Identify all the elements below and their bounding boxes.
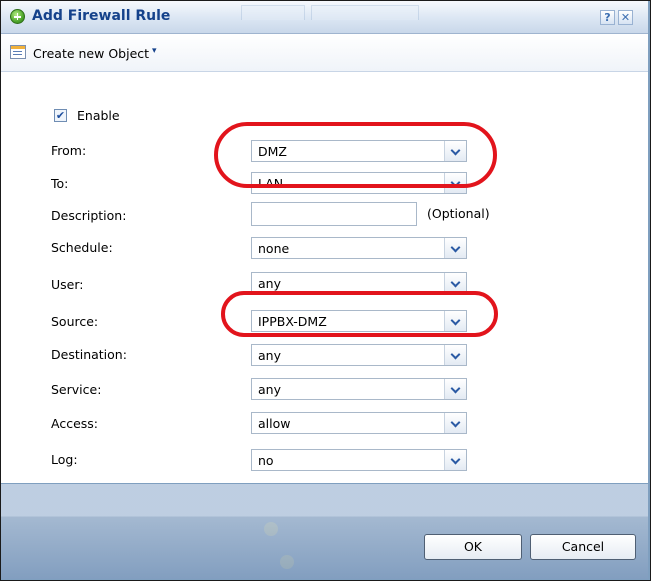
destination-select[interactable]: any	[251, 344, 467, 366]
background-tab	[241, 5, 305, 20]
description-optional-hint: (Optional)	[427, 206, 490, 221]
source-label: Source:	[51, 314, 99, 329]
chevron-down-icon[interactable]	[444, 413, 466, 433]
log-value: no	[258, 453, 274, 468]
to-value: LAN	[258, 176, 284, 191]
schedule-select[interactable]: none	[251, 237, 467, 259]
chevron-down-icon[interactable]	[444, 141, 466, 161]
chevron-down-icon[interactable]	[444, 450, 466, 470]
source-value: IPPBX-DMZ	[258, 314, 327, 329]
dialog-footer	[1, 484, 648, 579]
close-button[interactable]: ✕	[618, 10, 633, 25]
access-label: Access:	[51, 416, 99, 431]
chevron-down-icon[interactable]	[444, 311, 466, 331]
source-select[interactable]: IPPBX-DMZ	[251, 310, 467, 332]
chevron-down-icon[interactable]: ▾	[152, 46, 157, 56]
access-value: allow	[258, 416, 291, 431]
cancel-button[interactable]: Cancel	[530, 534, 636, 560]
chevron-down-icon[interactable]	[444, 173, 466, 193]
dialog-titlebar[interactable]: Add Firewall Rule ? ✕	[1, 1, 648, 34]
to-label: To:	[51, 176, 69, 191]
user-value: any	[258, 276, 281, 291]
object-list-icon[interactable]	[10, 45, 26, 59]
destination-value: any	[258, 348, 281, 363]
from-select[interactable]: DMZ	[251, 140, 467, 162]
log-label: Log:	[51, 452, 78, 467]
background-tabs	[241, 5, 419, 20]
service-label: Service:	[51, 382, 102, 397]
destination-label: Destination:	[51, 347, 127, 362]
add-circle-icon	[10, 9, 25, 24]
description-label: Description:	[51, 208, 127, 223]
access-select[interactable]: allow	[251, 412, 467, 434]
schedule-value: none	[258, 241, 290, 256]
service-select[interactable]: any	[251, 378, 467, 400]
from-label: From:	[51, 143, 87, 158]
rule-form: ✔ Enable From: DMZ To: LAN Description: …	[1, 72, 648, 483]
chevron-down-icon[interactable]	[444, 345, 466, 365]
chevron-down-icon[interactable]	[444, 273, 466, 293]
chevron-down-icon[interactable]	[444, 238, 466, 258]
to-select[interactable]: LAN	[251, 172, 467, 194]
background-tab	[311, 5, 419, 20]
log-select[interactable]: no	[251, 449, 467, 471]
description-input[interactable]	[251, 202, 417, 226]
create-new-object-menu[interactable]: Create new Object	[33, 46, 149, 61]
chevron-down-icon[interactable]	[444, 379, 466, 399]
dialog-toolbar: Create new Object ▾	[1, 34, 648, 72]
schedule-label: Schedule:	[51, 240, 113, 255]
help-button[interactable]: ?	[600, 10, 615, 25]
user-label: User:	[51, 277, 84, 292]
ok-button[interactable]: OK	[424, 534, 522, 560]
service-value: any	[258, 382, 281, 397]
user-select[interactable]: any	[251, 272, 467, 294]
dialog-title: Add Firewall Rule	[32, 8, 171, 24]
enable-label: Enable	[77, 108, 120, 123]
from-value: DMZ	[258, 144, 287, 159]
enable-checkbox[interactable]: ✔	[54, 109, 67, 122]
